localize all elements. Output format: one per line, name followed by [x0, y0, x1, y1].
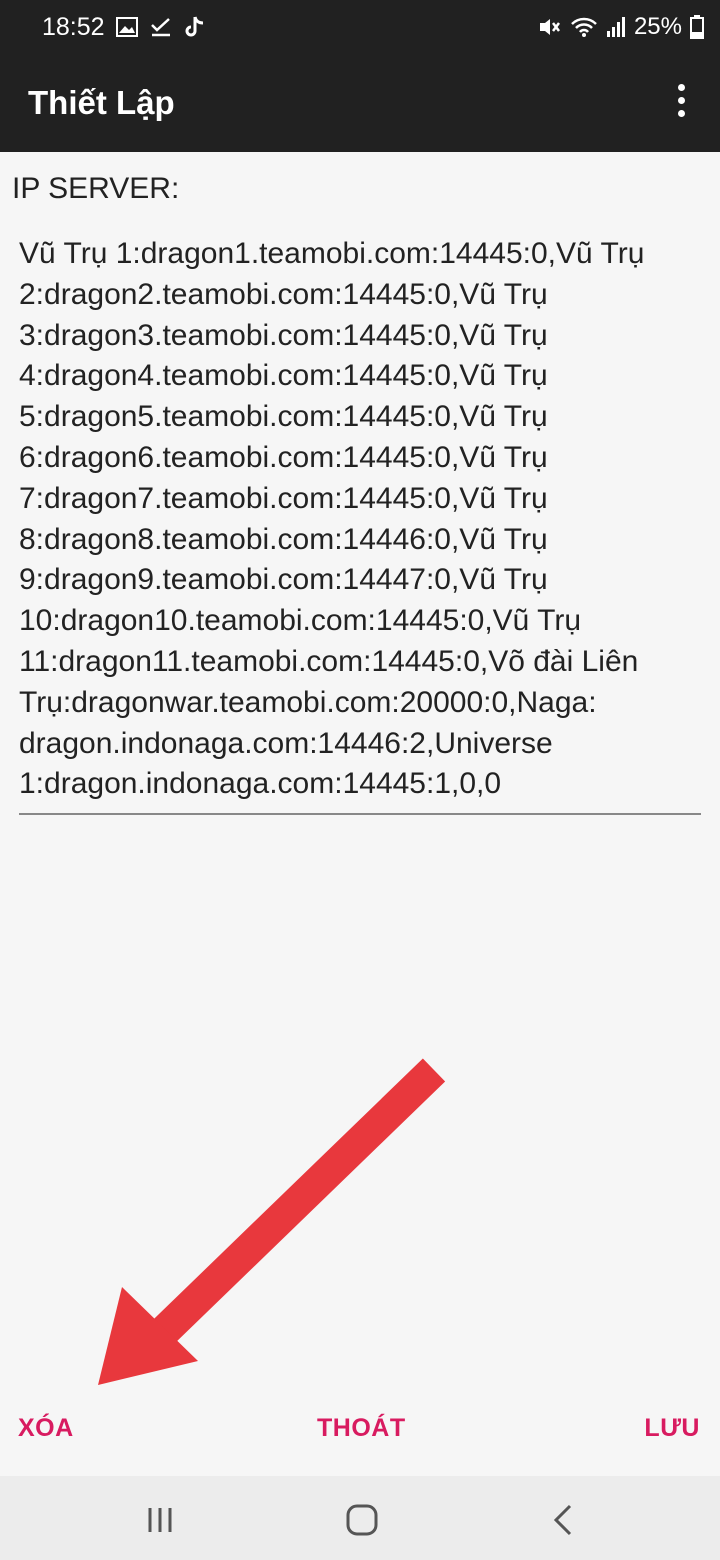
ip-server-label: IP SERVER: [12, 172, 180, 205]
battery-percent: 25% [633, 13, 682, 40]
notification-icons [116, 14, 206, 40]
back-icon[interactable] [544, 1500, 584, 1540]
dialog-actions: XÓA THOÁT LƯU [0, 1404, 720, 1456]
battery-icon [690, 15, 704, 39]
navigation-bar [0, 1476, 720, 1560]
exit-button[interactable]: THOÁT [317, 1414, 406, 1443]
status-time: 18:52 [42, 13, 105, 41]
wifi-icon [571, 17, 597, 37]
ip-server-input[interactable]: Vũ Trụ 1:dragon1.teamobi.com:14445:0,Vũ … [19, 234, 701, 816]
signal-icon [606, 17, 625, 37]
mute-icon [539, 19, 560, 35]
tiktok-icon [185, 16, 204, 37]
recents-icon[interactable] [140, 1500, 180, 1540]
page-title: Thiết Lập [28, 84, 175, 121]
status-bar: 18:52 25% [0, 0, 720, 54]
home-icon[interactable] [342, 1500, 382, 1540]
save-button[interactable]: LƯU [644, 1414, 700, 1443]
more-vertical-icon[interactable] [664, 84, 698, 124]
system-icons: 25% [538, 13, 704, 41]
image-icon [116, 17, 138, 37]
check-icon [151, 18, 170, 37]
annotation-arrow [98, 1058, 446, 1385]
delete-button[interactable]: XÓA [18, 1414, 74, 1443]
app-bar: Thiết Lập [0, 54, 720, 152]
